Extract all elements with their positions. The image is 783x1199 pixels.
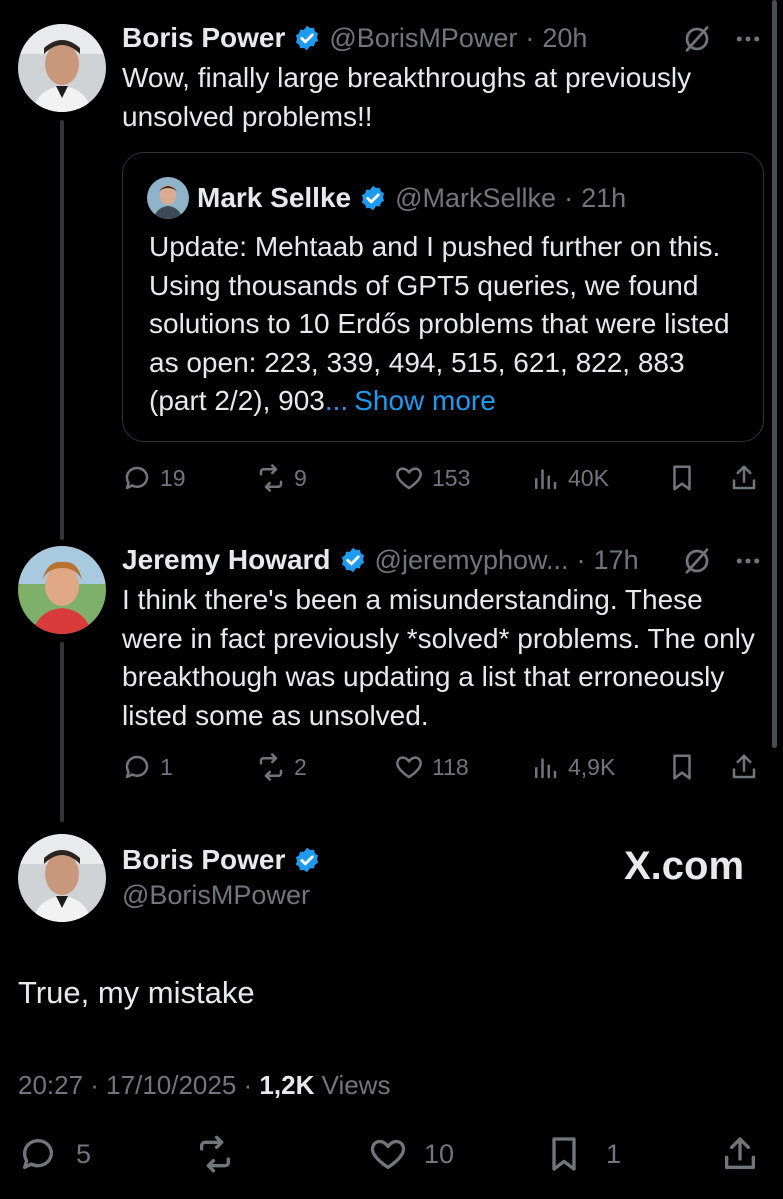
separator-dot: · [576, 544, 586, 575]
author-name[interactable]: Boris Power [122, 22, 285, 54]
views-count: 4,9K [568, 753, 616, 780]
quote-author-handle[interactable]: @MarkSellke [395, 183, 556, 214]
author-handle[interactable]: @BorisMPower [122, 880, 310, 911]
share-icon [732, 465, 756, 490]
like-button[interactable]: 10 [368, 1134, 454, 1174]
views-count: 1,2K [259, 1070, 315, 1100]
reply-button[interactable]: 1 [122, 747, 173, 787]
avatar-image [18, 834, 106, 922]
quote-author-name[interactable]: Mark Sellke [197, 182, 351, 214]
share-icon [725, 1137, 755, 1169]
reply-button[interactable]: 5 [18, 1134, 91, 1174]
scrollbar[interactable] [772, 0, 777, 748]
quoted-post[interactable]: Mark Sellke @MarkSellke · 21h Update: Me… [122, 152, 764, 442]
post-header: Boris Power @BorisMPower · 20h [122, 18, 587, 58]
reply-count: 19 [160, 464, 186, 491]
quote-ellipsis: ... [324, 385, 349, 416]
reply-icon [23, 1139, 53, 1169]
avatar-image [18, 24, 106, 112]
repost-button[interactable]: 2 [256, 747, 307, 787]
avatar-jeremy-howard[interactable] [18, 546, 106, 634]
views-button[interactable]: 4,9K [530, 747, 615, 787]
post-time[interactable]: 20h [542, 23, 587, 54]
verified-badge-icon [296, 25, 319, 51]
avatar-image [18, 546, 106, 634]
bookmark-icon [673, 465, 691, 491]
post-meta: 20:27 · 17/10/2025 · 1,2K Views [18, 1070, 390, 1101]
grok-icon[interactable] [680, 544, 714, 578]
x-com-watermark: X.com [624, 844, 745, 888]
share-icon [732, 754, 756, 779]
thread-line [60, 642, 64, 822]
grok-icon[interactable] [680, 22, 714, 56]
post-header: Jeremy Howard @jeremyphow... · 17h [122, 540, 639, 580]
main-post-text: True, my mistake [18, 975, 255, 1010]
avatar-boris-power[interactable] [18, 834, 106, 922]
heart-icon [396, 756, 422, 779]
repost-button[interactable] [192, 1134, 238, 1174]
post-text: Wow, finally large breakthroughs at prev… [122, 62, 692, 132]
post-text: I think there's been a misunderstanding.… [122, 584, 755, 731]
like-button[interactable]: 153 [394, 458, 470, 498]
repost-icon [259, 753, 283, 781]
post-time[interactable]: 17h [594, 545, 639, 576]
quote-text-block: Update: Mehtaab and I pushed further on … [149, 228, 739, 421]
share-button[interactable] [726, 749, 762, 785]
views-button[interactable]: 40K [530, 458, 609, 498]
share-button[interactable] [718, 1134, 762, 1174]
repost-count: 9 [294, 464, 307, 491]
verified-badge-icon [296, 847, 319, 873]
bookmark-button[interactable] [664, 460, 700, 496]
more-options-icon[interactable] [728, 544, 768, 578]
like-button[interactable]: 118 [394, 747, 469, 787]
heart-icon [396, 467, 422, 490]
repost-count: 2 [294, 753, 307, 780]
main-post-header: Boris Power [122, 840, 321, 880]
author-handle[interactable]: @BorisMPower [329, 23, 517, 54]
reply-icon [125, 466, 149, 490]
views-chart-icon [535, 469, 557, 490]
quote-header: Mark Sellke @MarkSellke · 21h [197, 178, 626, 218]
like-count: 118 [432, 753, 469, 780]
repost-icon [200, 1135, 230, 1173]
separator-dot: · [525, 22, 535, 53]
bookmark-button[interactable] [664, 749, 700, 785]
bookmark-button[interactable]: 1 [544, 1134, 621, 1174]
author-name[interactable]: Boris Power [122, 844, 285, 876]
post-timestamp[interactable]: 20:27 · 17/10/2025 · [18, 1070, 252, 1100]
verified-badge-icon [341, 547, 364, 573]
author-name[interactable]: Jeremy Howard [122, 544, 331, 576]
show-more-link[interactable]: Show more [354, 385, 496, 416]
author-handle[interactable]: @jeremyphow... [375, 545, 569, 576]
verified-badge-icon [362, 185, 385, 211]
reply-icon [125, 755, 149, 779]
bookmark-count: 1 [606, 1138, 622, 1169]
repost-button[interactable]: 9 [256, 458, 307, 498]
reply-button[interactable]: 19 [122, 458, 186, 498]
like-count: 153 [432, 464, 471, 491]
reply-count: 1 [160, 753, 173, 780]
views-chart-icon [535, 758, 557, 779]
bookmark-icon [552, 1137, 576, 1171]
more-options-icon[interactable] [728, 22, 768, 56]
avatar-image [147, 177, 189, 219]
reply-count: 5 [76, 1138, 92, 1169]
views-label: Views [321, 1070, 391, 1100]
views-count: 40K [568, 464, 609, 491]
bookmark-icon [673, 754, 691, 780]
quote-time[interactable]: 21h [581, 183, 626, 214]
thread-line [60, 120, 64, 540]
heart-icon [370, 1139, 406, 1169]
like-count: 10 [424, 1138, 455, 1169]
avatar-boris-power[interactable] [18, 24, 106, 112]
repost-icon [259, 464, 283, 492]
avatar-mark-sellke[interactable] [147, 177, 189, 219]
share-button[interactable] [726, 460, 762, 496]
separator-dot: · [564, 182, 574, 213]
